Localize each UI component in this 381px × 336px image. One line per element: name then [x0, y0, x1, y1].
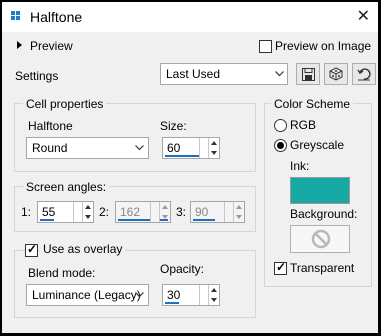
ink-color-swatch[interactable]: [290, 177, 350, 204]
angle-2-spinner[interactable]: 162: [115, 201, 171, 223]
blend-mode-value: Luminance (Legacy): [32, 288, 141, 302]
angle-3-value: 90: [195, 205, 209, 219]
angle-1-value: 55: [42, 205, 56, 219]
cell-properties-title: Cell properties: [23, 97, 107, 111]
size-spinner[interactable]: 60: [162, 137, 220, 159]
angle-2-label: 2:: [99, 205, 110, 219]
greyscale-label: Greyscale: [290, 138, 345, 152]
angle-1-level-bar: [40, 219, 54, 221]
dice-icon: [329, 67, 343, 81]
angle-1-spin-arrows[interactable]: [82, 202, 93, 222]
save-preset-button[interactable]: [296, 63, 320, 85]
title-bar: Halftone ✕: [2, 2, 378, 32]
angle-2-spin-arrows[interactable]: [159, 202, 170, 222]
randomize-button[interactable]: [324, 63, 348, 85]
angle-3-spin-arrows[interactable]: [233, 202, 244, 222]
chevron-down-icon: [135, 145, 144, 151]
size-spin-arrows[interactable]: [208, 138, 219, 158]
rgb-label: RGB: [290, 118, 317, 132]
blend-mode-dropdown[interactable]: Luminance (Legacy): [26, 284, 149, 306]
halftone-shape-dropdown[interactable]: Round: [26, 137, 149, 159]
preset-value: Last Used: [166, 67, 221, 81]
opacity-spinner[interactable]: 30: [162, 284, 220, 306]
angle-1-spinner[interactable]: 55: [37, 201, 94, 223]
close-button[interactable]: ✕: [357, 6, 370, 26]
halftone-shape-value: Round: [32, 141, 68, 155]
angle-3-spinner[interactable]: 90: [190, 201, 245, 223]
window-title: Halftone: [30, 9, 83, 25]
use-as-overlay-checkbox[interactable]: [25, 242, 38, 257]
expand-preview-icon[interactable]: [17, 41, 22, 49]
angle-1-label: 1:: [21, 205, 32, 219]
angle-3-level-bar: [193, 219, 215, 221]
preview-on-image-label: Preview on Image: [275, 39, 372, 53]
opacity-label: Opacity:: [160, 262, 205, 276]
color-scheme-title: Color Scheme: [271, 97, 354, 111]
opacity-value: 30: [167, 288, 181, 302]
settings-label: Settings: [15, 69, 59, 83]
halftone-dialog: Halftone ✕ Preview Preview on Image Sett…: [2, 2, 378, 333]
screen-angles-title: Screen angles:: [23, 180, 110, 194]
app-icon: [11, 11, 20, 20]
angle-3-label: 3:: [176, 205, 187, 219]
no-color-icon: [311, 229, 331, 249]
size-value: 60: [167, 141, 181, 155]
opacity-level-bar: [165, 302, 179, 304]
blend-mode-label: Blend mode:: [28, 266, 96, 280]
halftone-label: Halftone: [28, 119, 73, 133]
greyscale-radio[interactable]: [274, 139, 287, 152]
opacity-spin-arrows[interactable]: [208, 285, 219, 305]
chevron-down-icon: [275, 71, 284, 77]
rgb-radio[interactable]: [274, 119, 287, 132]
preview-toggle[interactable]: Preview: [30, 39, 73, 53]
background-color-swatch[interactable]: [290, 225, 350, 253]
transparent-label: Transparent: [290, 261, 355, 275]
preset-dropdown[interactable]: Last Used: [160, 63, 288, 85]
reset-button[interactable]: [352, 63, 376, 85]
ink-label: Ink:: [290, 159, 310, 173]
size-label: Size:: [160, 119, 187, 133]
reset-icon: [357, 68, 371, 81]
background-label: Background:: [290, 207, 358, 221]
transparent-checkbox[interactable]: [274, 260, 287, 275]
save-icon: [301, 67, 315, 81]
preview-on-image-checkbox[interactable]: [259, 40, 272, 53]
angle-2-value: 162: [120, 205, 141, 219]
use-as-overlay-label: Use as overlay: [40, 242, 126, 256]
chevron-down-icon: [135, 292, 144, 298]
